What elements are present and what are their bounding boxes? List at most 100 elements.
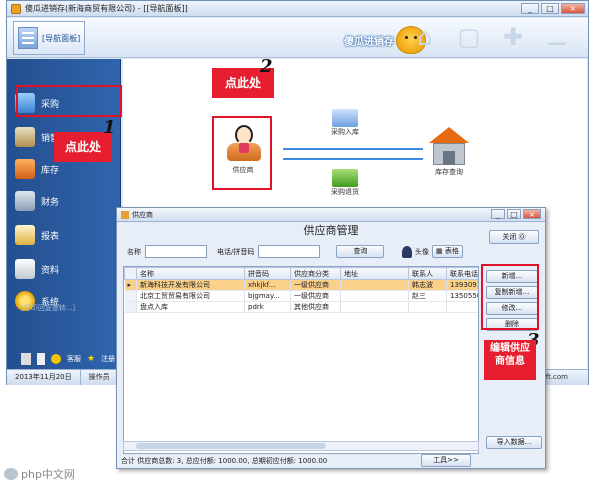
table-row[interactable]: ▸ 新海科技开发有限公司 xhkjkf... 一级供应商 韩志波 1393091… [124, 279, 478, 291]
col-phone[interactable]: 联系电话 [446, 267, 478, 280]
dialog-close-button[interactable]: × [523, 209, 541, 219]
toolbar: [导航面板] 傻瓜进销存 ⌂ ▢ ✚ ⚊ [7, 18, 588, 58]
view-toggle: 头像 ▦ 表格 [402, 245, 463, 258]
step-number-1: 1 [103, 117, 116, 138]
cell-category: 一级供应商 [290, 290, 341, 302]
status-operator: 操作员 [81, 370, 119, 385]
window-controls: _ □ × [521, 3, 585, 14]
close-dialog-button[interactable]: 关闭 Ⓞ [489, 230, 539, 244]
cell-phone [446, 301, 478, 313]
nav-panel-label: [导航面板] [42, 33, 81, 43]
avatar-view-icon[interactable] [402, 245, 412, 258]
table-view-button[interactable]: ▦ 表格 [432, 245, 463, 258]
sidebar-item-label: 报表 [41, 231, 60, 242]
minimize-button[interactable]: _ [521, 3, 539, 14]
brand-text: 傻瓜进销存 [344, 36, 394, 48]
sidebar-item-reports[interactable]: 报表 [15, 221, 59, 249]
col-pinyin[interactable]: 拼音码 [244, 267, 291, 280]
maximize-button[interactable]: □ [541, 3, 559, 14]
phone-input[interactable] [258, 245, 321, 258]
truck-in-icon [332, 109, 358, 127]
col-contact[interactable]: 联系人 [408, 267, 447, 280]
service-link[interactable]: 客服 [67, 354, 81, 364]
flow-stock-query[interactable]: 库存查询 [429, 127, 469, 177]
tools-button[interactable]: 工具>> [421, 454, 471, 467]
cell-contact: 韩志波 [408, 279, 447, 291]
calculator-icon[interactable] [21, 353, 31, 365]
dialog-minimize-button[interactable]: _ [491, 209, 505, 219]
nav-panel-button[interactable]: [导航面板] [13, 21, 85, 55]
name-label: 名称 [127, 247, 141, 256]
window-title: 傻瓜进销存(新海商贸有限公司) - [[导航面板]] [25, 4, 188, 13]
warehouse-icon [15, 159, 35, 179]
register-link[interactable]: 注册 [101, 354, 115, 364]
close-dialog-label: 关闭 [502, 233, 517, 241]
callout-edit-supplier: 编辑供应商信息 [484, 340, 536, 380]
report-icon [15, 225, 35, 245]
table-row[interactable]: 盘点入库 pdrk 其他供应商 [124, 301, 478, 313]
query-button[interactable]: 查询 [336, 245, 385, 258]
add-doc-icon[interactable]: ✚ [497, 22, 529, 52]
warehouse-query-icon [429, 127, 469, 167]
col-category[interactable]: 供应商分类 [290, 267, 341, 280]
highlight-purchase [16, 85, 122, 117]
highlight-actions [481, 264, 539, 330]
app-icon [11, 3, 21, 14]
flow-stock-query-label: 库存查询 [435, 168, 463, 176]
close-button[interactable]: × [561, 3, 585, 14]
coins-icon [15, 191, 35, 211]
document-icon [15, 259, 35, 279]
avatar-view-label[interactable]: 头像 [415, 247, 429, 257]
row-pointer-icon: ▸ [124, 279, 137, 291]
col-address[interactable]: 地址 [340, 267, 409, 280]
service-icon [51, 354, 61, 364]
supplier-dialog: 供应商 _ □ × 供应商管理 关闭 Ⓞ 名称 电话/拼音码 查询 头像 ▦ 表… [116, 207, 546, 469]
title-bar: 傻瓜进销存(新海商贸有限公司) - [[导航面板]] _ □ × [7, 1, 588, 17]
step-number-2: 2 [260, 56, 273, 77]
sidebar-item-label: 财务 [41, 197, 60, 208]
cell-address [340, 279, 409, 291]
cell-pinyin: pdrk [244, 301, 291, 313]
status-date: 2013年11月20日 [7, 370, 81, 385]
scroll-thumb[interactable] [136, 443, 326, 449]
flow-purchase-in[interactable]: 采购入库 [331, 109, 359, 137]
footer-summary: 合计 供应商总数: 3, 总应付额: 1000.00, 总期初应付额: 1000… [121, 457, 328, 465]
cell-name: 新海科技开发有限公司 [136, 279, 245, 291]
notepad-icon[interactable] [37, 353, 45, 365]
cell-address [340, 301, 409, 313]
home-icon[interactable]: ⌂ [409, 22, 441, 52]
flow-purchase-return-label: 采购退货 [331, 188, 359, 196]
cell-category: 其他供应商 [290, 301, 341, 313]
sidebar-item-inventory[interactable]: 库存 [15, 155, 59, 183]
filter-bar: 名称 电话/拼音码 查询 [127, 245, 385, 258]
flow-purchase-in-label: 采购入库 [331, 128, 359, 136]
cube-icon[interactable]: ▢ [453, 22, 485, 52]
sidebar-item-data[interactable]: 资料 [15, 255, 59, 283]
star-icon: ★ [87, 354, 96, 364]
horizontal-scrollbar[interactable] [123, 441, 479, 451]
sidebar-item-sales[interactable]: 销售 [15, 123, 59, 151]
dialog-window-title: 供应商 [132, 210, 153, 219]
sidebar-item-label: 库存 [41, 165, 60, 176]
watermark-text: php中文网 [21, 468, 75, 481]
remove-doc-icon[interactable]: ⚊ [541, 22, 573, 52]
dialog-app-icon [121, 210, 129, 219]
sidebar-item-finance[interactable]: 财务 [15, 187, 59, 215]
sidebar-tip: [打印回复查转...] [21, 304, 76, 312]
name-input[interactable] [145, 245, 207, 258]
arrow-return [283, 158, 423, 160]
sidebar-bottom: 客服 ★ 注册 [21, 353, 115, 365]
watermark-logo-icon [4, 468, 18, 480]
flow-purchase-return[interactable]: 采购退货 [331, 169, 359, 197]
table-row[interactable]: 北京工贸贸易有限公司 bjgmay... 一级供应商 赵三 13505505 [124, 290, 478, 302]
sidebar-item-label: 资料 [41, 265, 60, 276]
cell-contact: 赵三 [408, 290, 447, 302]
cell-name: 盘点入库 [136, 301, 245, 313]
dialog-maximize-button[interactable]: □ [507, 209, 521, 219]
cell-phone: 13930919 [446, 279, 478, 291]
col-name[interactable]: 名称 [136, 267, 245, 280]
import-button[interactable]: 导入数据... [486, 436, 542, 449]
watermark: php中文网 [4, 466, 75, 482]
shopping-icon [15, 127, 35, 147]
dialog-title-bar: 供应商 _ □ × [117, 208, 545, 222]
